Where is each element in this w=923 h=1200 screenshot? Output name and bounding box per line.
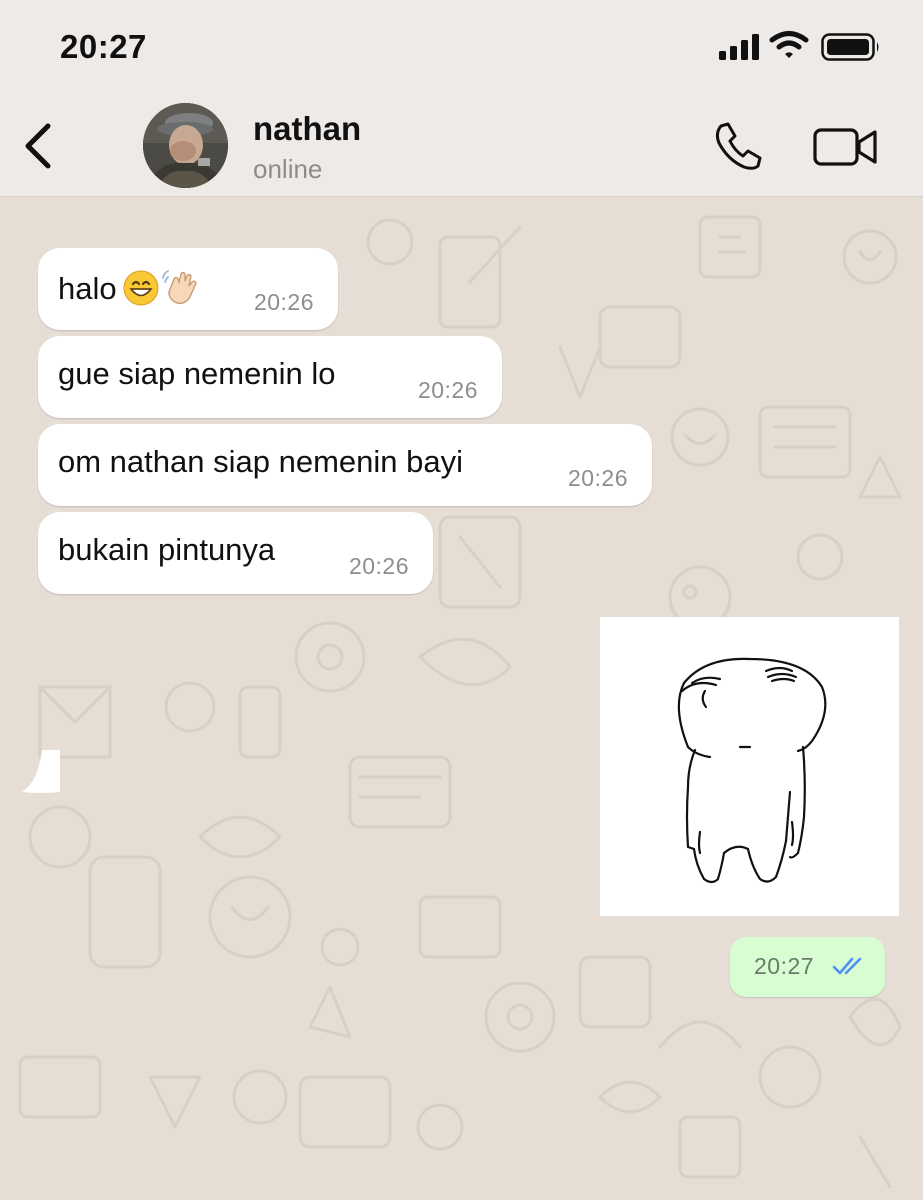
voice-call-button[interactable] (710, 120, 766, 172)
message-bubble[interactable]: gue siap nemenin lo 20:26 (38, 336, 502, 418)
chat-header: nathan online (0, 98, 923, 197)
contact-status: online (253, 154, 323, 184)
message-time: 20:26 (348, 553, 409, 579)
wifi-icon (769, 31, 809, 58)
contact-name[interactable]: nathan (253, 110, 361, 148)
chat-area[interactable]: halo 20:26 gue siap nemenin lo 20:26 om … (0, 197, 923, 1200)
back-button[interactable] (16, 118, 62, 174)
sticker-message[interactable] (600, 617, 899, 916)
message-time: 20:26 (417, 377, 478, 403)
chevron-left-icon (25, 123, 51, 169)
avatar[interactable] (143, 103, 228, 188)
message-time: 20:26 (253, 289, 314, 315)
outgoing-message-meta[interactable]: 20:27 (730, 937, 885, 997)
message-bubble[interactable]: halo 20:26 (38, 248, 338, 330)
phone-icon (715, 122, 762, 170)
message-text: halo (58, 268, 201, 307)
waving-hand-icon (161, 270, 197, 305)
message-bubble[interactable]: om nathan siap nemenin bayi 20:26 (38, 424, 652, 506)
message-time: 20:27 (754, 953, 815, 979)
status-time: 20:27 (60, 28, 147, 65)
message-text: om nathan siap nemenin bayi (58, 444, 463, 479)
avatar-photo (143, 103, 228, 188)
message-bubble[interactable]: bukain pintunya 20:26 (38, 512, 433, 594)
bubble-tail (22, 750, 60, 793)
status-bar: 20:27 (0, 0, 923, 98)
message-time: 20:26 (567, 465, 628, 491)
double-check-icon (832, 957, 862, 975)
message-text: gue siap nemenin lo (58, 356, 336, 391)
message-text: bukain pintunya (58, 532, 276, 567)
video-camera-icon (813, 128, 877, 166)
video-call-button[interactable] (812, 126, 880, 168)
doodle-character-sticker (677, 657, 827, 884)
signal-icon (719, 34, 759, 60)
grinning-face-icon (123, 270, 159, 306)
battery-icon (821, 33, 879, 61)
